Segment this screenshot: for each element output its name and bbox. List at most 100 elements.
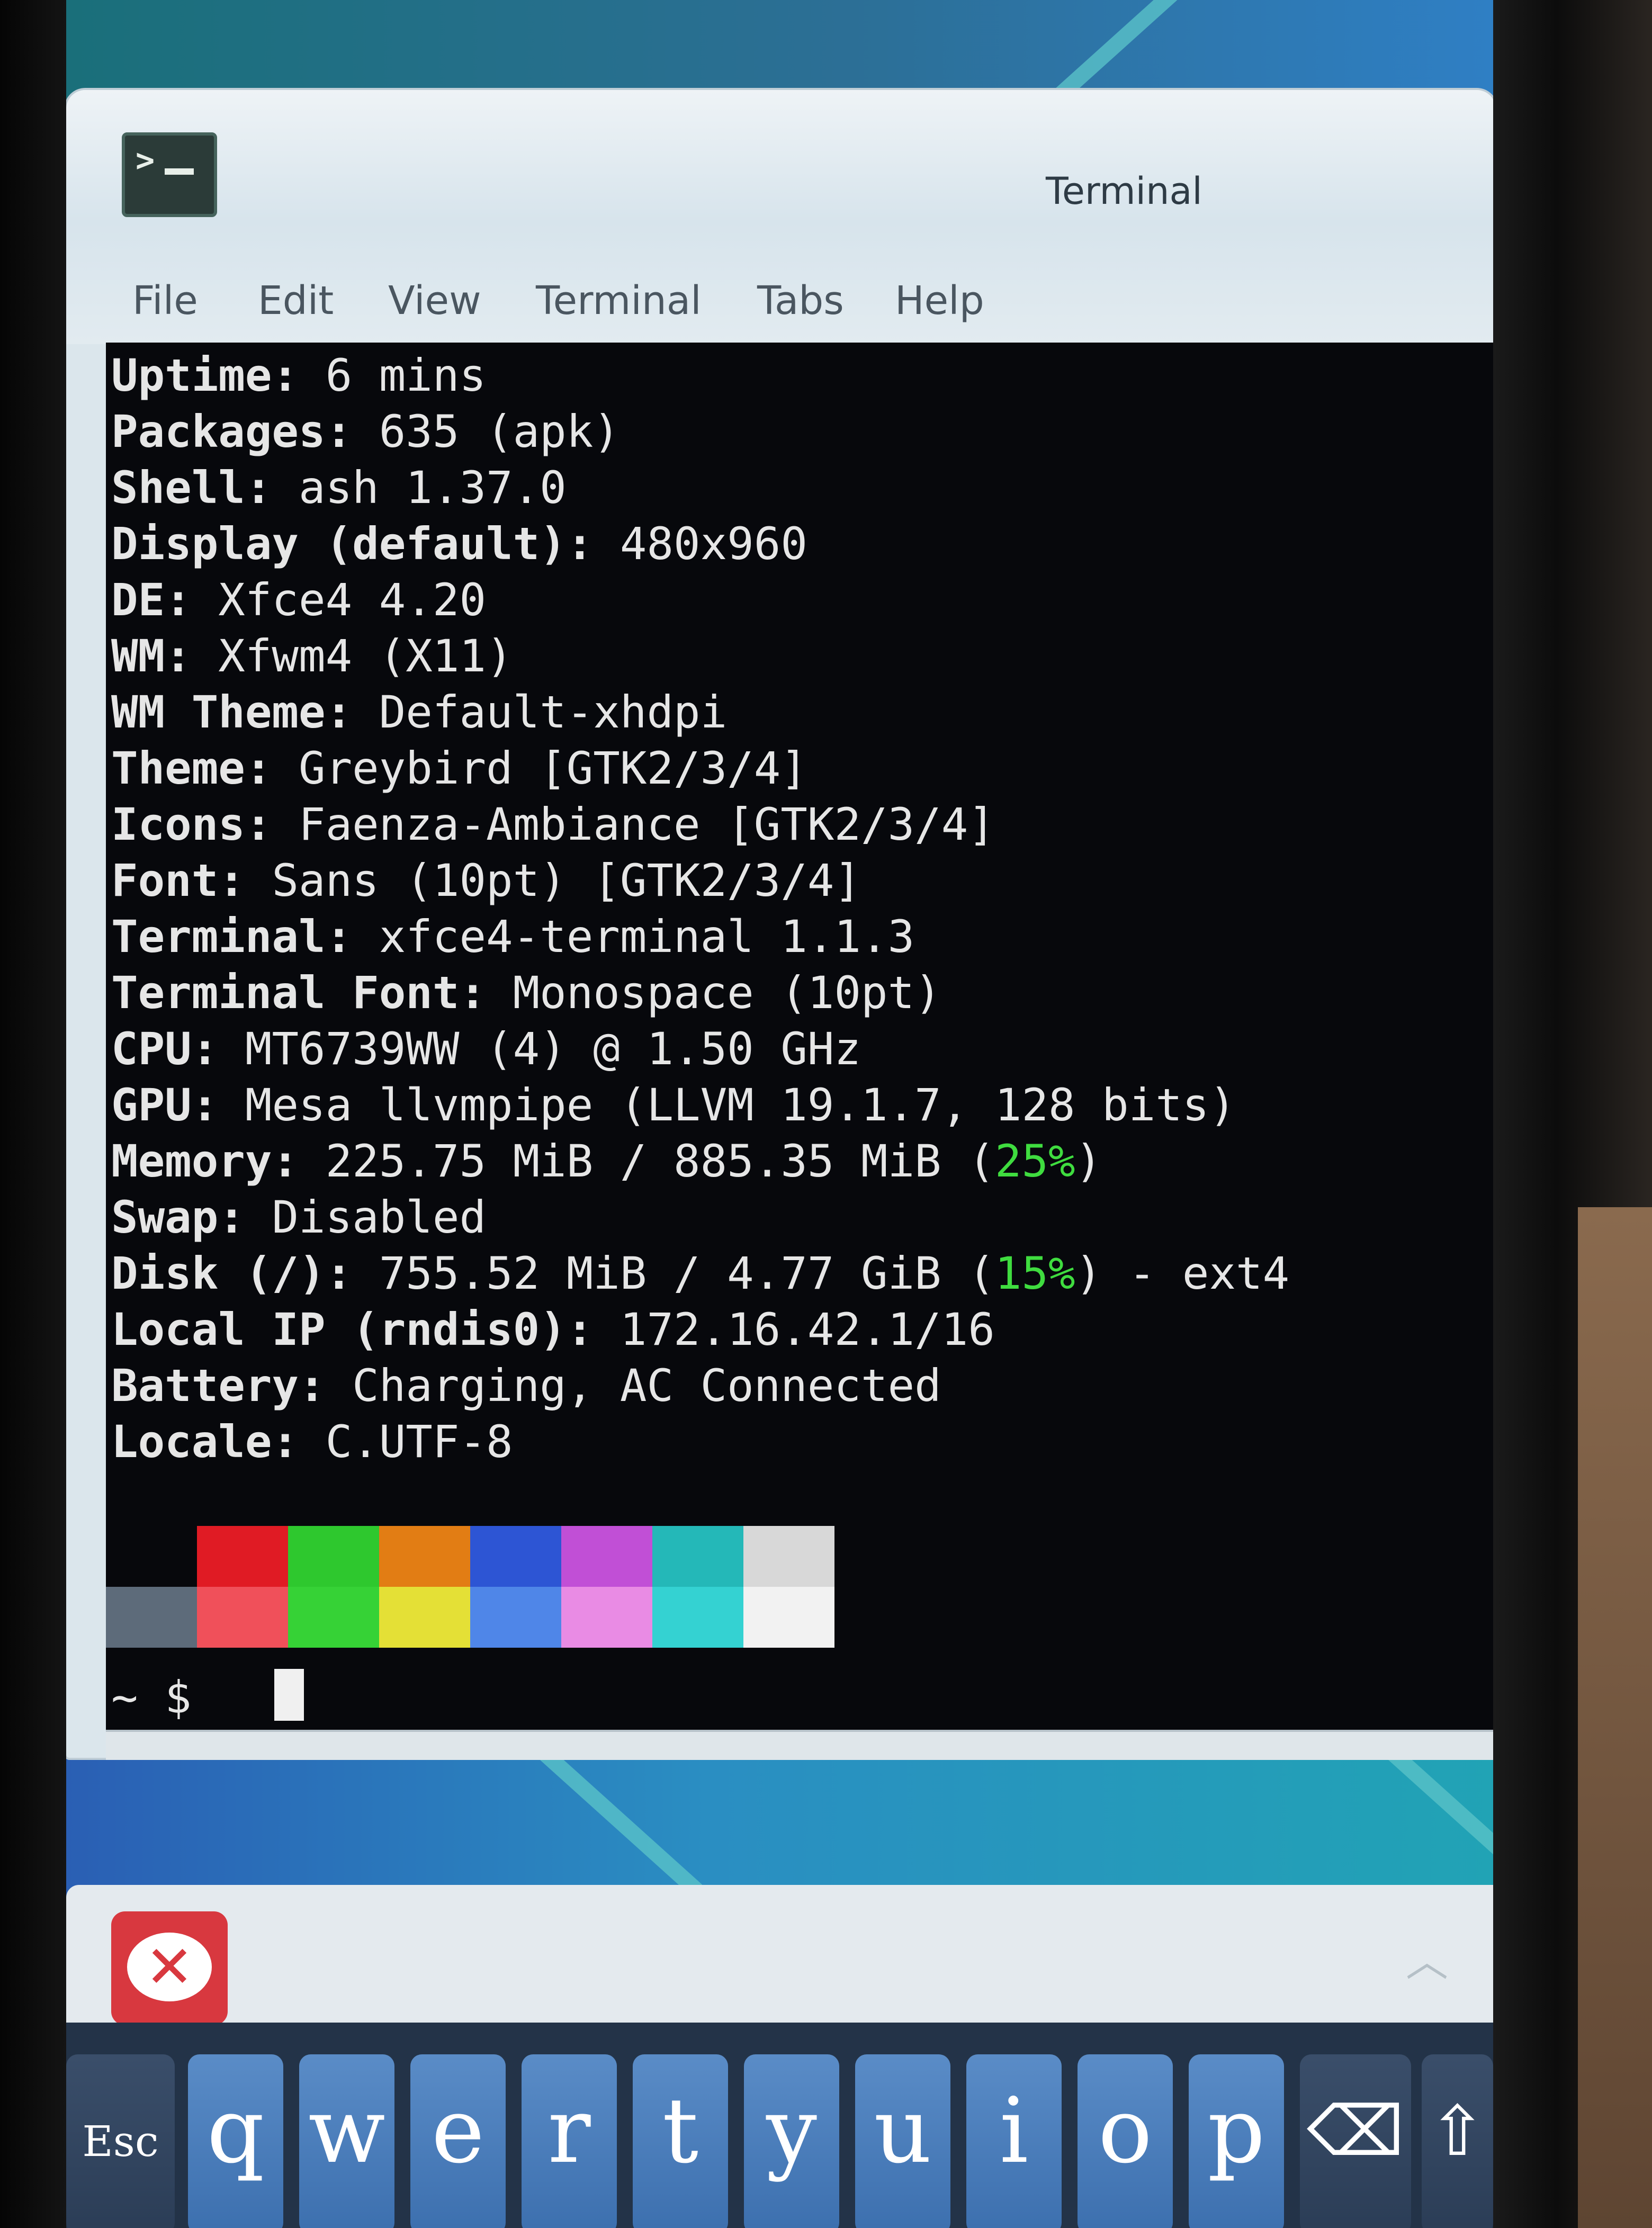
window-titlebar[interactable]: > Terminal	[66, 90, 1493, 222]
output-line: Disk (/): 755.52 MiB / 4.77 GiB (15%) - …	[111, 1251, 1289, 1296]
output-value: Monospace (10pt)	[486, 967, 941, 1019]
output-value: 755.52 MiB / 4.77 GiB (	[352, 1247, 995, 1299]
color-swatch	[652, 1587, 743, 1648]
output-value: 6 mins	[299, 349, 487, 401]
key-r[interactable]: r	[522, 2054, 617, 2228]
close-icon: ✕	[127, 1933, 212, 2001]
output-label: Terminal Font:	[111, 967, 487, 1019]
desk-surface	[1578, 1207, 1652, 2228]
color-swatch	[197, 1587, 288, 1648]
prompt-chevron-glyph: >	[136, 142, 155, 179]
key-o[interactable]: o	[1078, 2054, 1173, 2228]
output-label: Memory:	[111, 1135, 299, 1187]
output-value: Xfce4 4.20	[191, 574, 487, 626]
output-line: Packages: 635 (apk)	[111, 409, 620, 454]
output-value: Default-xhdpi	[352, 686, 728, 738]
color-palette	[106, 1526, 842, 1648]
output-line: GPU: Mesa llvmpipe (LLVM 19.1.7, 128 bit…	[111, 1083, 1236, 1127]
text-cursor	[274, 1669, 304, 1721]
output-line: DE: Xfce4 4.20	[111, 578, 486, 622]
output-value: Xfwm4 (X11)	[191, 630, 513, 682]
output-line: CPU: MT6739WW (4) @ 1.50 GHz	[111, 1027, 861, 1071]
output-label: Terminal:	[111, 911, 353, 963]
chevron-up-icon[interactable]: ︿	[1406, 1927, 1448, 1989]
output-value: Sans (10pt) [GTK2/3/4]	[245, 855, 861, 906]
color-swatch	[106, 1587, 197, 1648]
output-line: Memory: 225.75 MiB / 885.35 MiB (25%)	[111, 1139, 1102, 1183]
output-line: Local IP (rndis0): 172.16.42.1/16	[111, 1307, 995, 1352]
color-swatch	[470, 1587, 561, 1648]
memory-percent: 25%	[994, 1135, 1075, 1187]
backspace-key-icon[interactable]: ⌫	[1300, 2054, 1411, 2228]
color-swatch	[743, 1587, 834, 1648]
menu-terminal[interactable]: Terminal	[536, 278, 702, 324]
output-label: Font:	[111, 855, 245, 906]
prompt-dash-glyph	[165, 168, 194, 175]
output-label: Disk (/):	[111, 1247, 353, 1299]
menu-view[interactable]: View	[388, 278, 481, 324]
terminal-output[interactable]: Uptime: 6 mins Packages: 635 (apk) Shell…	[106, 343, 1493, 1730]
output-value: 172.16.42.1/16	[593, 1304, 995, 1355]
key-w[interactable]: w	[299, 2054, 394, 2228]
key-e[interactable]: e	[410, 2054, 506, 2228]
color-swatch	[561, 1587, 652, 1648]
output-value: Faenza-Ambiance [GTK2/3/4]	[272, 798, 995, 850]
output-label: Uptime:	[111, 349, 299, 401]
close-app-icon[interactable]: ✕	[111, 1911, 228, 2025]
disk-percent: 15%	[994, 1247, 1075, 1299]
menu-tabs[interactable]: Tabs	[757, 278, 844, 324]
output-line: Uptime: 6 mins	[111, 353, 486, 398]
color-swatch	[288, 1526, 379, 1587]
terminal-window: > Terminal File Edit View Terminal Tabs …	[66, 90, 1493, 1760]
output-value: Greybird [GTK2/3/4]	[272, 742, 807, 794]
color-swatch	[379, 1587, 470, 1648]
output-value-tail: )	[1075, 1135, 1102, 1187]
key-i[interactable]: i	[966, 2054, 1062, 2228]
key-t[interactable]: t	[633, 2054, 728, 2228]
output-line: Terminal: xfce4-terminal 1.1.3	[111, 914, 914, 959]
output-value: ash 1.37.0	[272, 462, 567, 514]
output-value: Charging, AC Connected	[325, 1360, 941, 1412]
output-label: Locale:	[111, 1416, 299, 1468]
output-value: xfce4-terminal 1.1.3	[352, 911, 915, 963]
shift-key-icon[interactable]: ⇧	[1422, 2054, 1493, 2228]
output-label: Shell:	[111, 462, 272, 514]
output-line: WM: Xfwm4 (X11)	[111, 634, 513, 678]
output-line: Shell: ash 1.37.0	[111, 465, 567, 510]
window-title: Terminal	[1046, 169, 1202, 213]
output-value: Mesa llvmpipe (LLVM 19.1.7, 128 bits)	[218, 1079, 1236, 1131]
key-y[interactable]: y	[744, 2054, 839, 2228]
key-p[interactable]: p	[1189, 2054, 1284, 2228]
output-value: C.UTF-8	[299, 1416, 513, 1468]
output-value: MT6739WW (4) @ 1.50 GHz	[218, 1023, 861, 1075]
menu-bar: File Edit View Terminal Tabs Help	[66, 222, 1493, 344]
output-line: WM Theme: Default-xhdpi	[111, 690, 727, 734]
color-swatch	[470, 1526, 561, 1587]
output-line: Theme: Greybird [GTK2/3/4]	[111, 746, 807, 790]
output-label: Packages:	[111, 406, 353, 457]
menu-help[interactable]: Help	[895, 278, 984, 324]
color-swatch	[379, 1526, 470, 1587]
output-value: Disabled	[245, 1191, 487, 1243]
color-swatch	[743, 1526, 834, 1587]
shell-prompt: ~ $	[111, 1672, 192, 1723]
output-label: GPU:	[111, 1079, 219, 1131]
phone-bezel-left	[0, 0, 66, 2228]
output-line: Swap: Disabled	[111, 1195, 486, 1239]
output-line: Icons: Faenza-Ambiance [GTK2/3/4]	[111, 802, 995, 847]
key-q[interactable]: q	[188, 2054, 283, 2228]
color-swatch	[288, 1587, 379, 1648]
terminal-app-icon[interactable]: >	[122, 132, 217, 217]
menu-file[interactable]: File	[132, 278, 198, 324]
output-label: Theme:	[111, 742, 272, 794]
output-value: 225.75 MiB / 885.35 MiB (	[299, 1135, 995, 1187]
phone-screen: > Terminal File Edit View Terminal Tabs …	[66, 0, 1493, 2228]
output-value: 480x960	[593, 518, 807, 570]
output-line: Battery: Charging, AC Connected	[111, 1363, 941, 1408]
output-line: Terminal Font: Monospace (10pt)	[111, 971, 941, 1015]
key-u[interactable]: u	[855, 2054, 950, 2228]
color-swatch	[561, 1526, 652, 1587]
key-esc[interactable]: Esc	[66, 2054, 175, 2228]
output-value: 635 (apk)	[352, 406, 620, 457]
menu-edit[interactable]: Edit	[258, 278, 334, 324]
